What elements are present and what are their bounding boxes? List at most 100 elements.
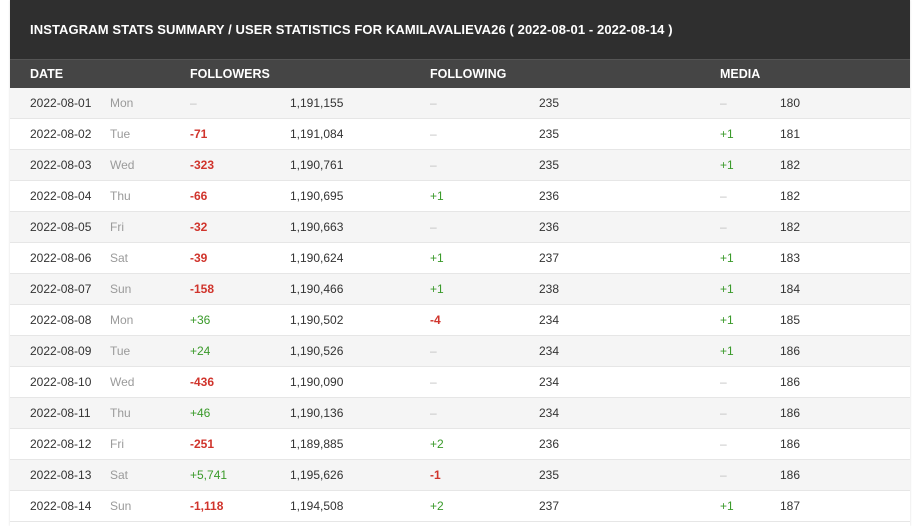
following-change-cell: – [430,220,437,234]
followers-cell: 1,190,136 [290,406,344,420]
date-cell: 2022-08-08 [30,313,92,327]
day-cell: Fri [110,220,124,234]
followers-cell: 1,190,090 [290,375,344,389]
date-cell: 2022-08-01 [30,96,92,110]
followers-cell: 1,190,502 [290,313,344,327]
date-cell: 2022-08-07 [30,282,92,296]
following-change-cell: +1 [430,251,444,265]
followers-cell: 1,189,885 [290,437,344,451]
followers-cell: 1,190,663 [290,220,344,234]
followers-cell: 1,190,695 [290,189,344,203]
media-change-cell: +1 [720,158,734,172]
date-cell: 2022-08-12 [30,437,92,451]
day-cell: Sun [110,499,132,513]
media-cell: 183 [780,251,801,265]
following-cell: 237 [539,499,560,513]
followers-change-cell: -39 [190,251,208,265]
media-change-cell: +1 [720,282,734,296]
date-cell: 2022-08-03 [30,158,92,172]
date-cell: 2022-08-11 [30,406,91,420]
header-media: MEDIA [720,67,761,81]
header-date: DATE [30,67,64,81]
table-row: 2022-08-01 Mon – 1,191,155 – 235 – 180 [10,88,910,119]
following-cell: 235 [539,158,560,172]
followers-cell: 1,191,084 [290,127,344,141]
followers-cell: 1,190,466 [290,282,344,296]
table-row: 2022-08-13 Sat +5,741 1,195,626 -1 235 – 186 [10,460,910,491]
following-cell: 236 [539,189,560,203]
media-change-cell: +1 [720,499,734,513]
media-cell: 186 [780,468,801,482]
date-cell: 2022-08-10 [30,375,92,389]
followers-change-cell: -323 [190,158,215,172]
day-cell: Tue [110,344,131,358]
media-change-cell: – [720,220,727,234]
following-change-cell: – [430,344,437,358]
followers-change-cell: +46 [190,406,211,420]
following-change-cell: -1 [430,468,441,482]
day-cell: Wed [110,375,135,389]
following-cell: 234 [539,375,560,389]
following-change-cell: +2 [430,499,444,513]
media-change-cell: – [720,96,727,110]
following-cell: 236 [539,437,560,451]
date-cell: 2022-08-02 [30,127,92,141]
following-cell: 236 [539,220,560,234]
media-cell: 186 [780,437,801,451]
following-cell: 234 [539,344,560,358]
stats-panel: INSTAGRAM STATS SUMMARY / USER STATISTIC… [10,0,910,526]
media-change-cell: – [720,189,727,203]
followers-cell: 1,194,508 [290,499,344,513]
following-change-cell: – [430,375,437,389]
following-change-cell: +2 [430,437,444,451]
table-row: 2022-08-04 Thu -66 1,190,695 +1 236 – 182 [10,181,910,212]
followers-change-cell: -32 [190,220,208,234]
media-change-cell: – [720,437,727,451]
media-cell: 187 [780,499,801,513]
following-cell: 234 [539,406,560,420]
following-cell: 238 [539,282,560,296]
followers-change-cell: -251 [190,437,215,451]
table-row: 2022-08-08 Mon +36 1,190,502 -4 234 +1 185 [10,305,910,336]
media-cell: 186 [780,406,801,420]
media-cell: 182 [780,189,801,203]
following-cell: 235 [539,96,560,110]
date-cell: 2022-08-09 [30,344,92,358]
followers-change-cell: -66 [190,189,208,203]
following-cell: 234 [539,313,560,327]
date-cell: 2022-08-14 [30,499,92,513]
table-row: 2022-08-03 Wed -323 1,190,761 – 235 +1 182 [10,150,910,181]
media-cell: 184 [780,282,801,296]
date-cell: 2022-08-06 [30,251,92,265]
media-cell: 182 [780,158,801,172]
following-cell: 235 [539,127,560,141]
followers-change-cell: +5,741 [190,468,228,482]
table-row: 2022-08-09 Tue +24 1,190,526 – 234 +1 186 [10,336,910,367]
panel-title: INSTAGRAM STATS SUMMARY / USER STATISTIC… [10,0,910,59]
media-cell: 186 [780,375,801,389]
followers-cell: 1,190,761 [290,158,344,172]
following-cell: 235 [539,468,560,482]
followers-change-cell: -158 [190,282,215,296]
day-cell: Sat [110,468,129,482]
day-cell: Wed [110,158,135,172]
media-change-cell: +1 [720,127,734,141]
table-row: 2022-08-10 Wed -436 1,190,090 – 234 – 186 [10,367,910,398]
followers-cell: 1,195,626 [290,468,344,482]
day-cell: Thu [110,406,131,420]
table-row: 2022-08-14 Sun -1,118 1,194,508 +2 237 +1 187 [10,491,910,522]
media-cell: 180 [780,96,801,110]
media-change-cell: – [720,406,727,420]
media-change-cell: +1 [720,251,734,265]
followers-change-cell: -436 [190,375,215,389]
media-cell: 181 [780,127,801,141]
table-body: 2022-08-01 Mon –1,191,155–235–180 2022-08-0… [10,88,910,522]
media-cell: 182 [780,220,801,234]
following-cell: 237 [539,251,560,265]
table-row: 2022-08-02 Tue -71 1,191,084 – 235 +1 181 [10,119,910,150]
table-row: 2022-08-11 Thu +46 1,190,136 – 234 – 186 [10,398,910,429]
table-row: 2022-08-07 Sun -158 1,190,466 +1 238 +1 184 [10,274,910,305]
table-row: 2022-08-06 Sat -39 1,190,624 +1 237 +1 183 [10,243,910,274]
day-cell: Sun [110,282,132,296]
followers-cell: 1,190,624 [290,251,344,265]
